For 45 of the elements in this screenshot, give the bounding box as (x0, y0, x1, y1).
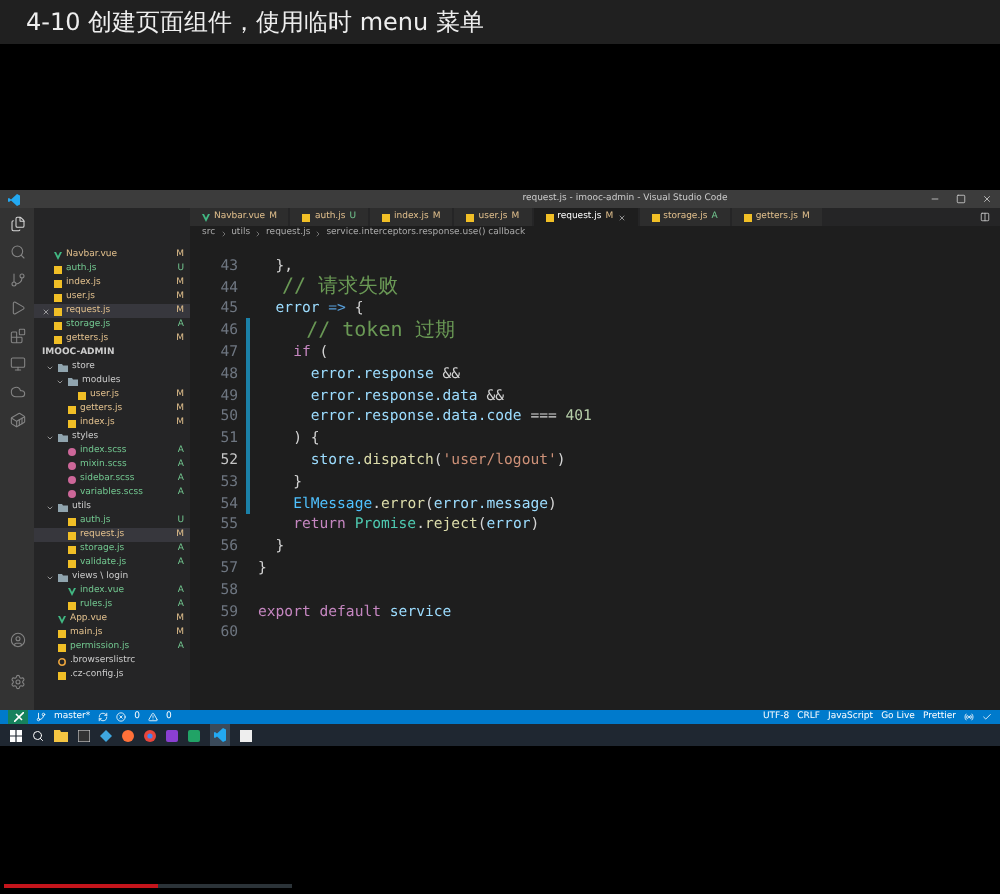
minimize-icon[interactable] (930, 194, 940, 204)
folder-icon (58, 503, 68, 511)
terminal-icon[interactable] (78, 729, 90, 741)
extensions-icon[interactable] (9, 328, 25, 344)
vscode-logo-icon (8, 193, 20, 205)
document-icon[interactable] (240, 729, 252, 741)
vue-file-icon (68, 587, 76, 595)
vue-file-icon (54, 251, 62, 259)
files-icon[interactable] (9, 216, 25, 232)
monitor-icon[interactable] (9, 356, 25, 372)
split-editor-icon[interactable] (980, 212, 990, 222)
warning-icon (148, 712, 158, 722)
video-title: 4-10 创建页面组件，使用临时 menu 菜单 (26, 5, 484, 39)
js-file-icon (68, 601, 76, 609)
windows-logo-icon[interactable] (10, 729, 22, 741)
vue-file-icon (202, 213, 210, 221)
js-file-icon (302, 213, 311, 221)
error-icon (116, 712, 127, 722)
maximize-icon[interactable] (956, 194, 966, 204)
code-line: // token 过期 (304, 317, 455, 344)
js-file-icon (466, 213, 475, 221)
vue-file-icon (58, 615, 66, 623)
js-file-icon (651, 213, 660, 221)
git-branch-icon (36, 712, 46, 722)
folder-icon[interactable] (54, 729, 68, 741)
account-icon[interactable] (9, 632, 25, 648)
vscode-icon[interactable] (210, 724, 230, 746)
git-branch-icon[interactable] (9, 272, 25, 288)
remote-indicator[interactable] (8, 710, 28, 724)
js-file-icon (743, 213, 752, 221)
check-icon[interactable] (982, 712, 992, 722)
folder-icon (58, 573, 68, 581)
code-line: // 请求失败 (280, 273, 399, 301)
js-file-icon (58, 671, 66, 679)
sync-icon[interactable] (98, 712, 109, 722)
config-file-icon (58, 657, 66, 665)
cloud-icon[interactable] (9, 384, 25, 400)
js-file-icon (382, 213, 391, 221)
diamond-icon[interactable] (100, 729, 112, 741)
broadcast-icon[interactable] (964, 712, 974, 722)
run-icon[interactable] (9, 300, 25, 316)
folder-icon (58, 433, 68, 441)
js-file-icon (545, 213, 554, 221)
settings-icon[interactable] (9, 674, 25, 690)
container-icon[interactable] (9, 412, 25, 428)
